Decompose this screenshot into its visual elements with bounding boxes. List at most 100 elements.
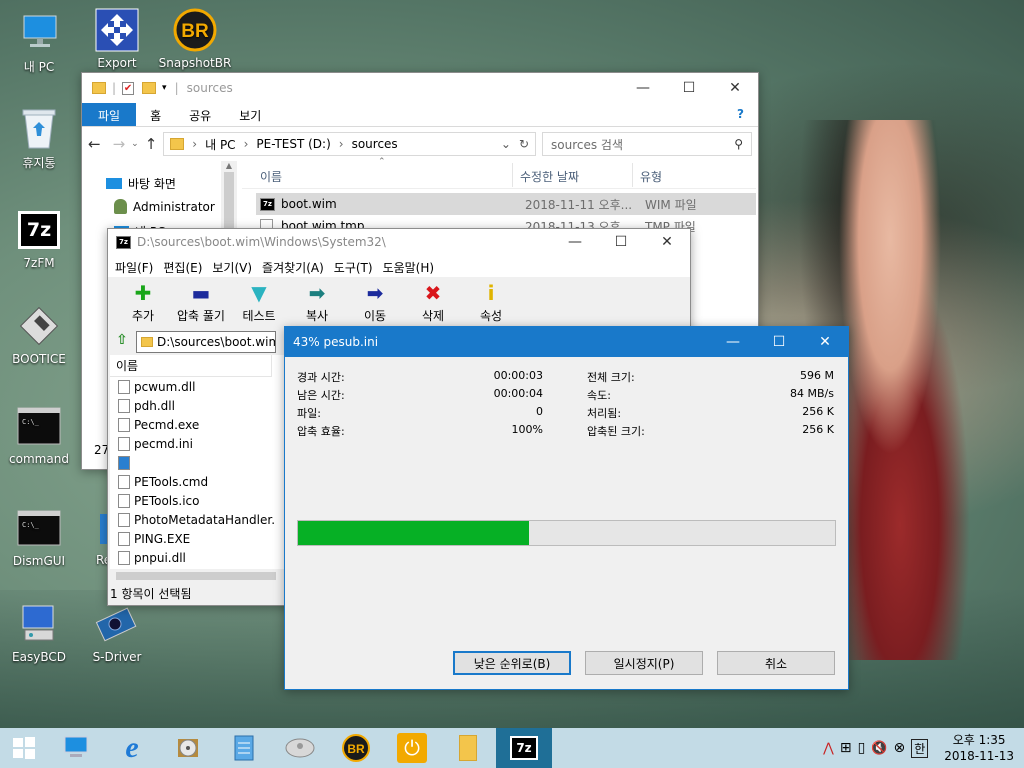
list-item[interactable]: PETools.ico: [110, 491, 284, 510]
network-share-icon[interactable]: ⊞: [840, 740, 852, 756]
clock[interactable]: 오후 1:35 2018-11-13: [944, 732, 1014, 764]
close-button[interactable]: ✕: [712, 73, 758, 103]
menu-favorites[interactable]: 즐겨찾기(A): [257, 259, 329, 276]
close-button[interactable]: ✕: [644, 229, 690, 255]
column-header-name[interactable]: 이름: [260, 168, 282, 185]
properties-icon[interactable]: ✔: [122, 81, 135, 95]
toolbar-button-extract[interactable]: ▬ 압축 풀기: [172, 277, 230, 329]
taskbar-snapshotbr[interactable]: BR: [328, 728, 384, 768]
list-item[interactable]: Pecmd.exe: [110, 415, 284, 434]
recent-dropdown-icon[interactable]: ⌄: [131, 139, 139, 149]
network-tray-icon[interactable]: ⋀: [823, 741, 834, 756]
dropdown-icon[interactable]: ▾: [162, 83, 167, 93]
breadcrumb-item[interactable]: 내 PC: [205, 136, 235, 153]
tab-share[interactable]: 공유: [175, 103, 225, 126]
up-folder-icon[interactable]: ⇧: [112, 332, 132, 352]
file-icon: [118, 455, 130, 470]
menu-help[interactable]: 도움말(H): [378, 259, 440, 276]
ime-indicator[interactable]: 한: [911, 738, 929, 758]
volume-muted-icon[interactable]: 🔇: [871, 741, 887, 756]
breadcrumb-item[interactable]: sources: [352, 137, 398, 151]
desktop-icon-export[interactable]: Export: [79, 8, 155, 70]
menu-tools[interactable]: 도구(T): [329, 259, 378, 276]
column-header-name[interactable]: 이름: [110, 355, 272, 377]
explorer-titlebar[interactable]: | ✔ ▾ | sources — ☐ ✕: [82, 73, 758, 103]
desktop-icon-easybcd[interactable]: EasyBCD: [1, 602, 77, 664]
close-button[interactable]: ✕: [802, 327, 848, 357]
list-item[interactable]: PhotoMetadataHandler.: [110, 510, 284, 529]
desktop-icon-my-pc[interactable]: 내 PC: [1, 10, 77, 75]
toolbar-button-add[interactable]: ✚ 추가: [114, 277, 172, 329]
taskbar-power[interactable]: ⏻: [384, 728, 440, 768]
menu-view[interactable]: 보기(V): [207, 259, 257, 276]
maximize-button[interactable]: ☐: [598, 229, 644, 255]
help-icon[interactable]: ?: [723, 103, 758, 126]
search-icon[interactable]: ⚲: [734, 137, 743, 151]
taskbar-media[interactable]: [160, 728, 216, 768]
forward-icon[interactable]: →: [113, 135, 126, 153]
nav-item-label: 바탕 화면: [128, 177, 176, 191]
minimize-button[interactable]: —: [552, 229, 598, 255]
desktop-icon-dismgui[interactable]: C:\_ DismGUI: [1, 506, 77, 568]
desktop-icon-snapshotbr[interactable]: BR SnapshotBR: [157, 8, 233, 70]
search-input[interactable]: sources 검색 ⚲: [542, 132, 752, 156]
maximize-button[interactable]: ☐: [756, 327, 802, 357]
close-circle-icon[interactable]: ⊗: [893, 740, 905, 756]
progress-dialog[interactable]: 43% pesub.ini — ☐ ✕ 경과 시간: 00:00:03 남은 시간:…: [284, 326, 849, 690]
nav-item-administrator[interactable]: Administrator: [114, 199, 215, 214]
desktop-icon-bootice[interactable]: BOOTICE: [1, 304, 77, 366]
toolbar-button-delete[interactable]: ✖ 삭제: [404, 277, 462, 329]
toolbar-button-test[interactable]: ▼ 테스트: [230, 277, 288, 329]
taskbar-notepad[interactable]: [216, 728, 272, 768]
cancel-button[interactable]: 취소: [717, 651, 835, 675]
list-item[interactable]: pnpui.dll: [110, 548, 284, 567]
list-item[interactable]: pcwum.dll: [110, 377, 284, 396]
tab-file[interactable]: 파일: [82, 103, 137, 126]
address-dropdown-icon[interactable]: ⌄: [501, 137, 511, 151]
taskbar-drive[interactable]: [272, 728, 328, 768]
toolbar-button-info[interactable]: i 속성: [462, 277, 520, 329]
tab-home[interactable]: 홈: [136, 103, 175, 126]
table-row[interactable]: 7z boot.wim 2018-11-11 오후... WIM 파일: [256, 193, 756, 215]
refresh-icon[interactable]: ↻: [519, 137, 529, 151]
desktop-icon-label: EasyBCD: [12, 650, 66, 664]
breadcrumb-item[interactable]: PE-TEST (D:): [256, 137, 330, 151]
menu-file[interactable]: 파일(F): [110, 259, 158, 276]
path-input[interactable]: D:\sources\boot.wim: [136, 331, 276, 353]
desktop-icon-s-driver[interactable]: S-Driver: [79, 602, 155, 664]
usb-icon[interactable]: ▯: [858, 740, 866, 756]
taskbar-my-pc[interactable]: [48, 728, 104, 768]
desktop-icon-7zfm[interactable]: 7z 7zFM: [1, 208, 77, 270]
new-folder-icon[interactable]: [142, 82, 157, 94]
list-item[interactable]: pecmd.ini: [110, 434, 284, 453]
list-item[interactable]: PETools.cmd: [110, 472, 284, 491]
taskbar-7zfm[interactable]: 7z: [496, 728, 552, 768]
list-item[interactable]: [110, 453, 284, 472]
minimize-button[interactable]: —: [620, 73, 666, 103]
taskbar-file-explorer[interactable]: [440, 728, 496, 768]
column-header-type[interactable]: 유형: [640, 168, 662, 185]
desktop-icon-command[interactable]: C:\_ command: [1, 404, 77, 466]
menu-edit[interactable]: 편집(E): [158, 259, 207, 276]
taskbar: e BR ⏻ 7z ⋀ ⊞ ▯ 🔇 ⊗ 한 오후 1:35 2018-11-13: [0, 728, 1024, 768]
pause-button[interactable]: 일시정지(P): [585, 651, 703, 675]
background-button[interactable]: 낮은 순위로(B): [453, 651, 571, 675]
taskbar-internet-explorer[interactable]: e: [104, 728, 160, 768]
toolbar-button-move[interactable]: ➡ 이동: [346, 277, 404, 329]
tab-view[interactable]: 보기: [225, 103, 275, 126]
back-icon[interactable]: ←: [88, 135, 101, 153]
list-item[interactable]: PING.EXE: [110, 529, 284, 548]
nav-item-desktop[interactable]: 바탕 화면: [106, 175, 176, 192]
desktop-icon-recycle-bin[interactable]: 휴지통: [1, 106, 77, 171]
up-icon[interactable]: ↑: [145, 135, 158, 153]
horizontal-scrollbar[interactable]: [110, 569, 284, 583]
column-header-date[interactable]: 수정한 날짜: [520, 168, 579, 185]
sevenzip-titlebar[interactable]: 7z D:\sources\boot.wim\Windows\System32\…: [108, 229, 690, 255]
maximize-button[interactable]: ☐: [666, 73, 712, 103]
list-item[interactable]: pdh.dll: [110, 396, 284, 415]
progress-titlebar[interactable]: 43% pesub.ini — ☐ ✕: [285, 327, 848, 357]
minimize-button[interactable]: —: [710, 327, 756, 357]
toolbar-button-copy[interactable]: ➡ 복사: [288, 277, 346, 329]
start-button[interactable]: [0, 728, 48, 768]
address-bar[interactable]: › 내 PC › PE-TEST (D:) › sources ⌄ ↻: [163, 132, 536, 156]
